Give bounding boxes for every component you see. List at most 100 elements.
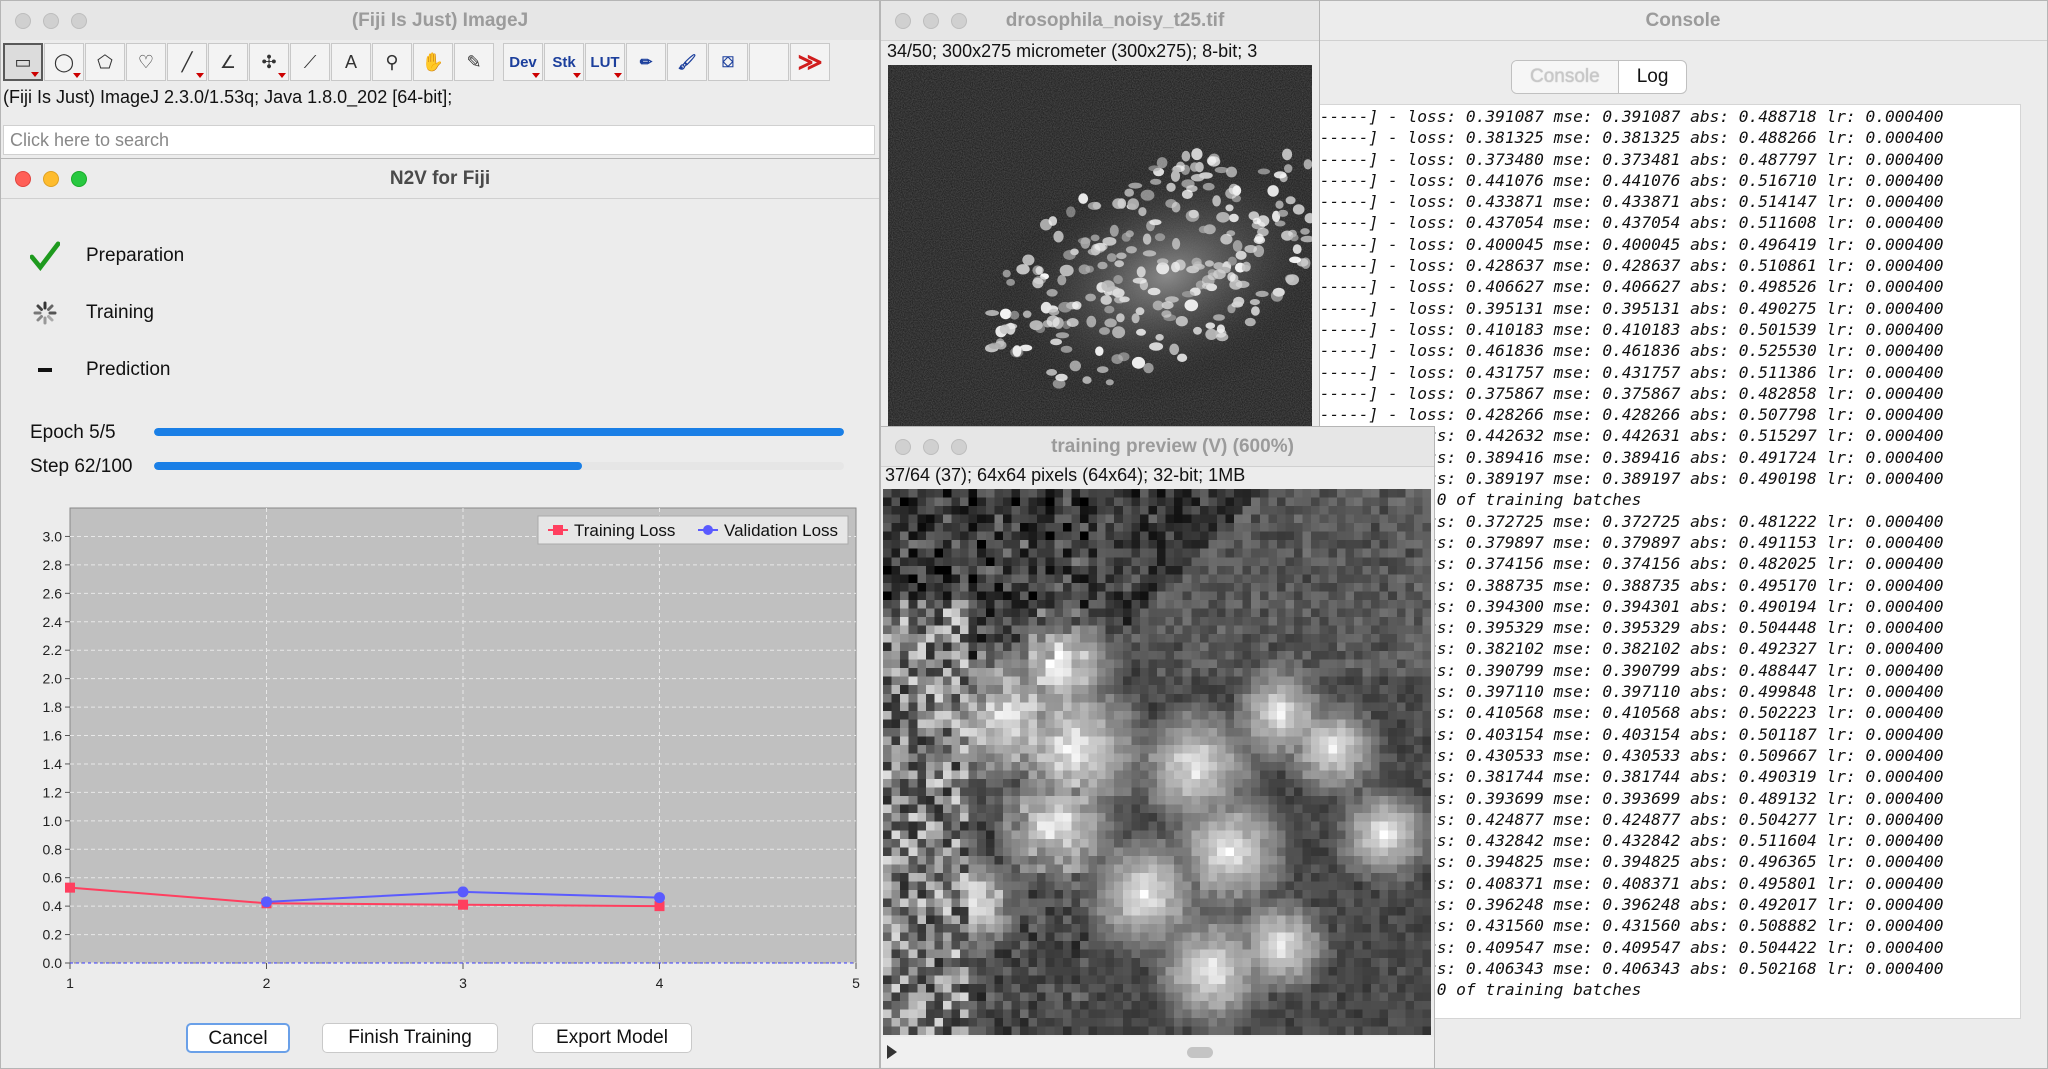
preview-pixel — [934, 676, 944, 686]
lut-menu-icon[interactable]: LUT — [585, 43, 625, 81]
preview-pixel — [934, 830, 944, 839]
freehand-tool-icon[interactable]: ♡ — [126, 43, 166, 81]
minimize-icon[interactable] — [923, 439, 939, 455]
preview-pixel — [1422, 489, 1431, 498]
preview-pixel — [1242, 514, 1252, 524]
preview-pixel — [1191, 855, 1200, 865]
wand-tool-icon[interactable]: ⟋ — [290, 43, 330, 81]
oval-tool-icon[interactable]: ◯ — [44, 43, 84, 81]
dev-menu-icon[interactable]: Dev — [503, 43, 543, 81]
stk-menu-icon[interactable]: Stk — [544, 43, 584, 81]
preview-pixel — [1413, 744, 1423, 754]
preview-pixel — [1225, 898, 1235, 908]
preview-pixel — [1345, 881, 1355, 891]
play-icon[interactable] — [887, 1045, 897, 1059]
preview-pixel — [1259, 966, 1269, 976]
minimize-icon[interactable] — [923, 13, 939, 29]
preview-pixel — [1362, 685, 1372, 694]
line-tool-icon[interactable]: ╱ — [167, 43, 207, 81]
flood-fill-tool-icon[interactable]: ⛋ — [708, 43, 748, 81]
preview-pixel — [1413, 813, 1423, 822]
n2v-titlebar[interactable]: N2V for Fiji — [1, 159, 879, 199]
preview-pixel — [1071, 642, 1081, 652]
polygon-tool-icon[interactable]: ⬠ — [85, 43, 125, 81]
export-model-button[interactable]: Export Model — [532, 1023, 692, 1053]
preview-pixel — [1251, 1026, 1260, 1035]
preview-pixel — [1105, 1000, 1115, 1010]
preview-pixel — [1139, 710, 1149, 720]
imagej-titlebar[interactable]: (Fiji Is Just) ImageJ — [1, 1, 879, 41]
point-tool-icon[interactable]: ✣ — [249, 43, 289, 81]
preview-pixel — [1413, 727, 1423, 737]
preview-pixel — [917, 855, 926, 865]
preview-pixel — [1114, 1026, 1123, 1035]
preview-pixel — [1396, 847, 1406, 857]
minimize-icon[interactable] — [43, 13, 59, 29]
preview-pixel — [1054, 591, 1063, 601]
close-icon[interactable] — [895, 439, 911, 455]
preview-pixel — [1045, 770, 1055, 780]
preview-pixel — [1011, 540, 1021, 549]
nucleus-dot — [1225, 188, 1238, 199]
minimize-icon[interactable] — [43, 171, 59, 187]
preview-image[interactable] — [883, 489, 1431, 1035]
preview-pixel — [1259, 881, 1269, 891]
preview-pixel — [1242, 975, 1252, 984]
preview-scrollbar[interactable] — [881, 1037, 1434, 1067]
zoom-icon[interactable] — [951, 439, 967, 455]
preview-pixel — [1131, 1017, 1141, 1027]
text-tool-icon[interactable]: A — [331, 43, 371, 81]
tab-log[interactable]: Log — [1619, 61, 1687, 93]
preview-pixel — [1002, 616, 1012, 626]
preview-pixel — [1422, 830, 1431, 839]
preview-pixel — [1371, 565, 1380, 575]
zoom-icon[interactable] — [71, 13, 87, 29]
preview-pixel — [985, 932, 995, 942]
scroll-thumb[interactable] — [1187, 1047, 1213, 1058]
magnifier-tool-icon[interactable]: ⚲ — [372, 43, 412, 81]
console-titlebar[interactable]: Console — [1319, 1, 2047, 41]
angle-tool-icon[interactable]: ∠ — [208, 43, 248, 81]
search-input[interactable]: Click here to search — [3, 125, 875, 155]
drosophila-titlebar[interactable]: drosophila_noisy_t25.tif — [881, 1, 1319, 41]
preview-pixel — [1122, 608, 1132, 618]
preview-pixel — [1182, 872, 1192, 882]
empty-tool-slot[interactable] — [749, 43, 789, 81]
cancel-button[interactable]: Cancel — [186, 1023, 290, 1053]
finish-training-button[interactable]: Finish Training — [322, 1023, 498, 1053]
color-picker-icon[interactable]: ✎ — [454, 43, 494, 81]
hand-tool-icon[interactable]: ✋ — [413, 43, 453, 81]
preview-pixel — [1148, 565, 1158, 575]
preview-pixel — [908, 924, 918, 933]
preview-pixel — [994, 736, 1004, 746]
preview-pixel — [985, 1000, 995, 1010]
preview-pixel — [1062, 540, 1072, 549]
nucleus-dot — [1213, 269, 1226, 280]
preview-pixel — [1371, 821, 1380, 831]
preview-pixel — [1191, 787, 1200, 797]
preview-pixel — [1302, 565, 1312, 575]
preview-pixel — [1353, 540, 1363, 549]
close-icon[interactable] — [15, 13, 31, 29]
preview-pixel — [1285, 574, 1295, 584]
preview-pixel — [1396, 1026, 1406, 1035]
more-tools-icon[interactable]: ≫ — [790, 43, 830, 81]
drosophila-image[interactable] — [888, 65, 1312, 430]
preview-pixel — [1311, 864, 1320, 874]
preview-titlebar[interactable]: training preview (V) (600%) — [881, 427, 1434, 467]
brush-tool-icon[interactable]: 🖌 — [667, 43, 707, 81]
close-icon[interactable] — [15, 171, 31, 187]
zoom-icon[interactable] — [951, 13, 967, 29]
tab-console[interactable]: Console — [1512, 61, 1619, 93]
preview-pixel — [1105, 889, 1115, 899]
preview-pixel — [1028, 966, 1038, 976]
close-icon[interactable] — [895, 13, 911, 29]
zoom-icon[interactable] — [71, 171, 87, 187]
rectangle-tool-icon[interactable]: ▭ — [3, 43, 43, 81]
preview-pixel — [925, 599, 935, 609]
preview-pixel — [908, 983, 918, 993]
pencil-tool-icon[interactable]: ✏ — [626, 43, 666, 81]
preview-pixel — [1002, 779, 1012, 788]
preview-pixel — [1328, 1000, 1337, 1010]
preview-pixel — [1002, 540, 1012, 549]
